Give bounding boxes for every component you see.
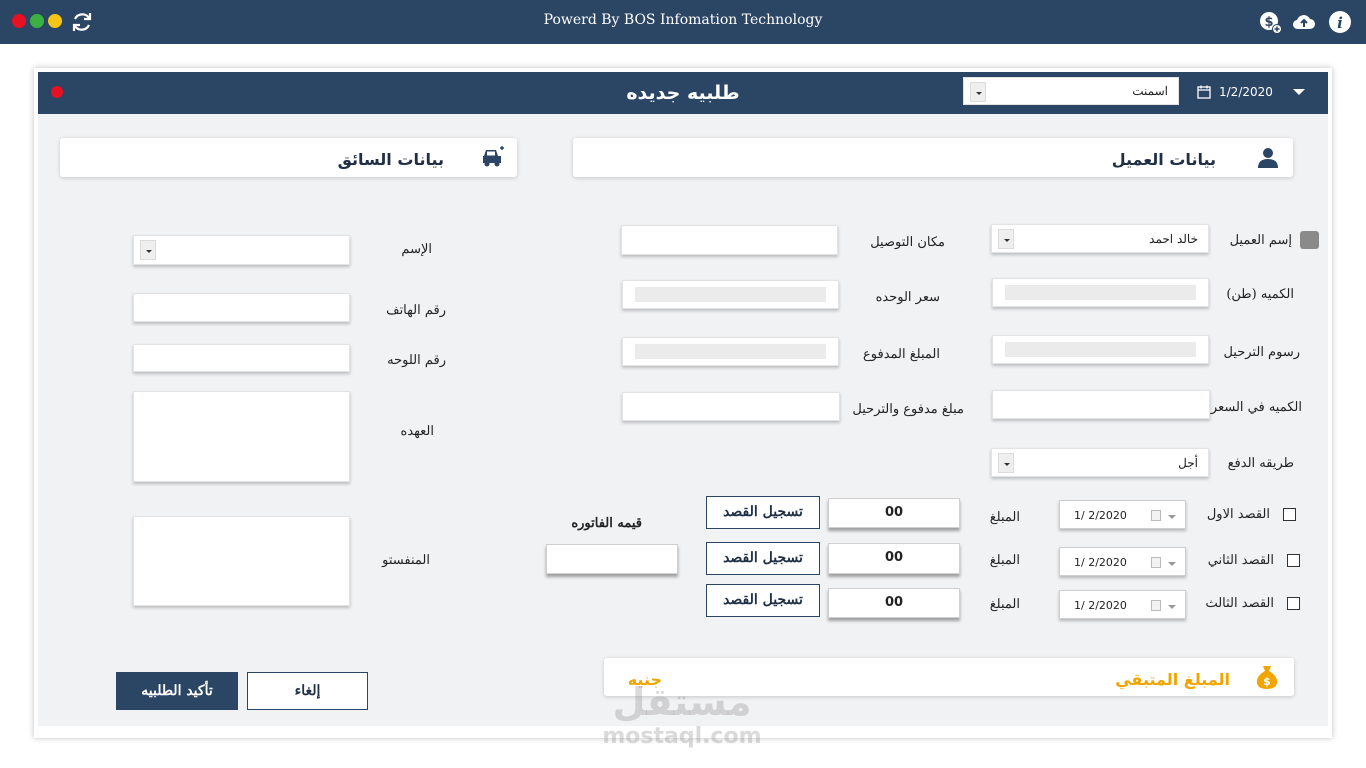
customer-name-label: إسم العميل [1229,233,1292,248]
watermark-brand: مستقل [612,680,752,724]
register-installment-3-button[interactable]: تسجيل القصد [706,584,820,617]
cancel-button[interactable]: إلغاء [247,672,368,710]
payment-method-value: أجل [1178,456,1198,470]
shipping-fee-label: رسوم الترحيل [1223,345,1300,360]
unit-price-field[interactable] [622,280,839,309]
driver-section-title: بيانات السائق [337,150,444,169]
custody-textarea[interactable] [133,391,350,482]
customer-color-swatch [1300,231,1319,249]
installment-3-checkbox[interactable] [1287,597,1300,610]
installment-3-date-value: 1/ 2/2020 [1074,599,1127,612]
installment-1-date[interactable]: 1/ 2/2020 [1059,500,1186,529]
installment-2-amount-label: المبلغ [989,553,1020,568]
installment-3-amount-label: المبلغ [989,597,1020,612]
invoice-value-field[interactable] [546,544,678,574]
calendar-icon [1151,600,1161,611]
installment-1-amount-label: المبلغ [989,510,1020,525]
app-title: Powerd By BOS Infomation Technology [543,12,823,28]
invoice-value-label: قيمه الفاتوره [571,516,642,531]
chevron-down-icon [1168,515,1176,519]
info-icon[interactable]: i [1328,10,1352,34]
chevron-down-icon[interactable] [1292,88,1306,98]
custody-label: العهده [400,424,434,439]
shipping-fee-field[interactable] [992,335,1209,364]
truck-icon [483,146,504,167]
remaining-amount-label: المبلغ المتبقي [1115,670,1230,689]
calendar-icon [1151,510,1161,521]
installment-1-amount[interactable]: 00 [828,498,960,528]
add-payment-icon[interactable]: $ [1258,10,1282,34]
driver-phone-field[interactable] [133,293,350,322]
money-bag-icon: $ [1256,666,1278,689]
material-select[interactable]: اسمنت [963,77,1179,105]
driver-plate-field[interactable] [133,344,350,372]
driver-name-select[interactable] [133,235,350,265]
installment-2-date[interactable]: 1/ 2/2020 [1059,547,1186,576]
payment-method-label: طريقه الدفع [1227,456,1294,471]
customer-section-title: بيانات العميل [1111,150,1216,169]
quantity-field[interactable] [992,278,1209,307]
payment-method-select[interactable]: أجل [991,448,1209,477]
driver-name-label: الإسم [401,242,432,257]
svg-text:$: $ [1263,675,1271,688]
paid-and-shipping-label: مبلغ مدفوع والترحيل [852,402,964,417]
order-date[interactable]: 1/2/2020 [1219,85,1273,99]
installment-1-checkbox[interactable] [1283,508,1296,521]
quantity-price-field[interactable] [992,390,1210,419]
calendar-icon [1151,557,1161,568]
installment-2-date-value: 1/ 2/2020 [1074,556,1127,569]
delivery-place-label: مكان التوصيل [870,235,945,250]
quantity-price-label: الكميه في السعر [1210,400,1302,415]
driver-plate-label: رقم اللوحه [387,353,446,368]
driver-phone-label: رقم الهاتف [386,303,446,318]
paid-and-shipping-field[interactable] [622,392,840,421]
installment-2-label: القصد الثاني [1207,553,1274,568]
svg-text:i: i [1337,14,1343,32]
delivery-place-field[interactable] [621,225,838,255]
chevron-down-icon [140,240,156,260]
installment-2-checkbox[interactable] [1287,554,1300,567]
chevron-down-icon [1168,562,1176,566]
installment-3-date[interactable]: 1/ 2/2020 [1059,590,1186,619]
chevron-down-icon [998,229,1014,249]
quantity-label: الكميه (طن) [1226,287,1294,302]
manifest-textarea[interactable] [133,516,350,606]
chevron-down-icon [1168,605,1176,609]
confirm-order-button[interactable]: تأكيد الطلبيه [116,672,238,710]
customer-name-select[interactable]: خالد احمد [991,224,1209,253]
installment-1-date-value: 1/ 2/2020 [1074,509,1127,522]
customer-name-value: خالد احمد [1149,232,1198,246]
installment-1-label: القصد الاول [1206,507,1270,522]
unit-price-label: سعر الوحده [875,290,940,305]
installment-3-label: القصد الثالث [1205,596,1274,611]
installment-2-amount[interactable]: 00 [828,543,960,574]
register-installment-2-button[interactable]: تسجيل القصد [706,542,820,575]
register-installment-1-button[interactable]: تسجيل القصد [706,496,820,529]
driver-section-header [60,138,517,177]
paid-amount-field[interactable] [622,337,839,366]
user-icon [1258,148,1278,168]
material-select-value: اسمنت [1132,84,1168,98]
manifest-label: المنفستو [382,553,430,568]
chevron-down-icon [970,82,986,102]
paid-amount-label: المبلغ المدفوع [863,347,940,362]
calendar-icon[interactable] [1197,85,1211,99]
cloud-upload-icon[interactable] [1292,10,1316,34]
watermark-site: mostaql.com [602,724,762,749]
installment-3-amount[interactable]: 00 [828,588,960,618]
chevron-down-icon [998,453,1014,473]
